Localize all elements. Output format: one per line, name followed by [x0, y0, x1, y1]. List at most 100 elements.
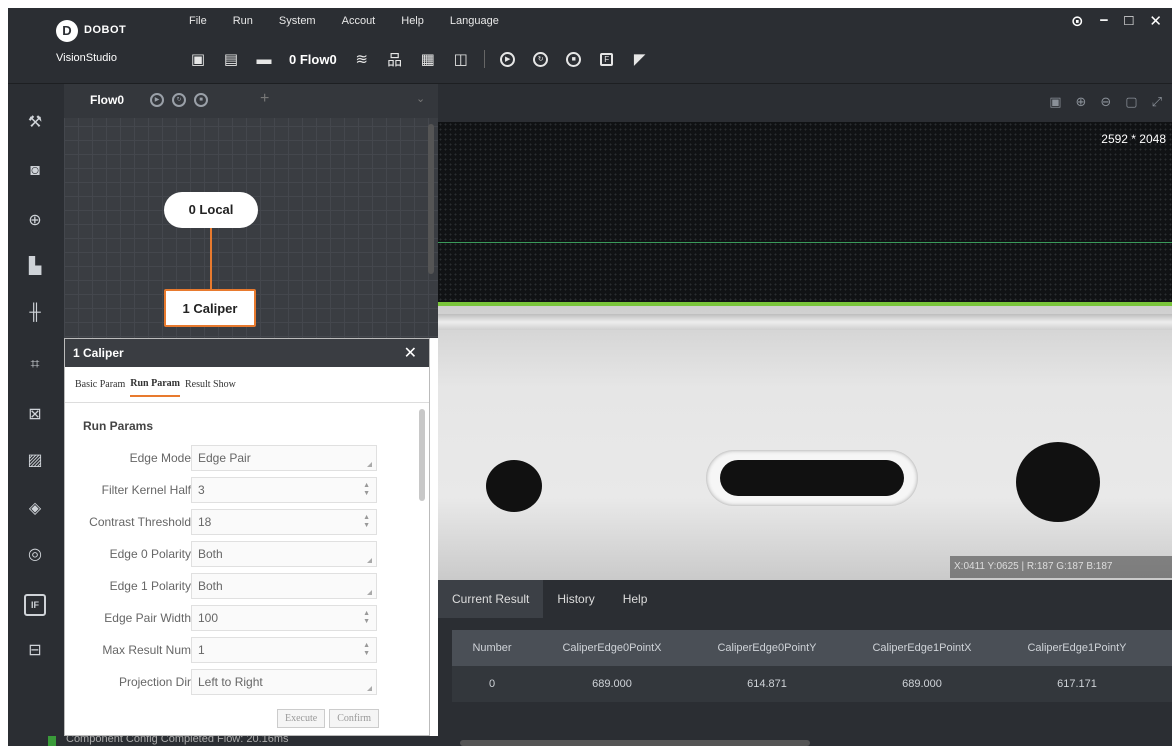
- dropdown-corner-icon: [367, 590, 372, 595]
- flow-stop-icon[interactable]: ■: [194, 93, 208, 107]
- menu-run[interactable]: Run: [220, 8, 266, 36]
- measure-icon[interactable]: ▙: [24, 256, 46, 278]
- tab-help[interactable]: Help: [609, 580, 662, 618]
- tab-run-param[interactable]: Run Param: [130, 372, 180, 397]
- param-label: Max Result Num: [102, 643, 191, 657]
- menu-language[interactable]: Language: [437, 8, 512, 36]
- logic-if-icon[interactable]: IF: [24, 594, 46, 616]
- app-logo: D DOBOT VisionStudio: [56, 20, 156, 72]
- param-row: Projection Dir Left to Right: [65, 669, 417, 695]
- caliper-tool-icon[interactable]: ╫: [24, 302, 46, 324]
- menu-account[interactable]: Accout: [329, 8, 389, 36]
- small-hole: [486, 460, 542, 512]
- maximize-icon[interactable]: □: [1124, 12, 1133, 30]
- menu-file[interactable]: File: [176, 8, 220, 36]
- contrast-threshold-spinbox[interactable]: 18 ▲ ▼: [191, 509, 377, 535]
- close-icon[interactable]: ✕: [1149, 12, 1162, 30]
- param-row: Edge 0 Polarity Both: [65, 541, 417, 567]
- spin-arrows-icon[interactable]: ▲ ▼: [363, 514, 370, 530]
- param-value: Both: [198, 579, 223, 593]
- dialog-title: 1 Caliper: [73, 346, 124, 360]
- layers-icon[interactable]: ≋: [352, 49, 372, 69]
- execute-button[interactable]: Execute: [277, 709, 326, 728]
- recognition-icon[interactable]: ⌗: [24, 354, 46, 376]
- zoom-out-icon[interactable]: ⊖: [1100, 94, 1111, 110]
- info-icon[interactable]: ⊙: [1071, 12, 1084, 30]
- run-loop-icon[interactable]: ↻: [531, 49, 551, 69]
- tab-flow0[interactable]: Flow0: [90, 93, 124, 107]
- image-mode-icon[interactable]: ▣: [1049, 94, 1061, 110]
- image-process-icon[interactable]: ▨: [24, 450, 46, 472]
- spin-arrows-icon[interactable]: ▲ ▼: [363, 482, 370, 498]
- camera-icon[interactable]: ◙: [24, 160, 46, 182]
- flow-scrollbar[interactable]: [428, 124, 434, 274]
- minimize-icon[interactable]: −: [1100, 12, 1109, 30]
- actual-size-icon[interactable]: ▢: [1125, 94, 1137, 110]
- variable-icon[interactable]: ▦: [418, 49, 438, 69]
- section-title: Run Params: [83, 419, 154, 433]
- caliper-search-line: [438, 242, 1172, 243]
- open-folder-icon[interactable]: ▬: [254, 49, 274, 69]
- tab-result-show[interactable]: Result Show: [185, 373, 236, 396]
- tab-basic-param[interactable]: Basic Param: [75, 373, 125, 396]
- fit-window-icon[interactable]: ⤢: [1152, 94, 1162, 110]
- color-fill-icon[interactable]: ◈: [24, 498, 46, 520]
- menu-system[interactable]: System: [266, 8, 329, 36]
- dialog-scrollbar[interactable]: [419, 409, 425, 501]
- metal-plate: [438, 306, 1172, 580]
- image-canvas[interactable]: 2592 * 2048 X:0411 Y:0625 | R:187 G:187 …: [438, 122, 1172, 580]
- new-solution-icon[interactable]: ▣: [188, 49, 208, 69]
- close-icon[interactable]: ✕: [404, 343, 417, 363]
- flow-run-icon[interactable]: ▶: [150, 93, 164, 107]
- filter-kernel-spinbox[interactable]: 3 ▲ ▼: [191, 477, 377, 503]
- save-icon[interactable]: ▤: [221, 49, 241, 69]
- locate-icon[interactable]: ⊕: [24, 210, 46, 232]
- zoom-in-icon[interactable]: ⊕: [1075, 94, 1086, 110]
- dropdown-corner-icon: [367, 686, 372, 691]
- edge0-polarity-dropdown[interactable]: Both: [191, 541, 377, 567]
- flow-loop-icon[interactable]: ↻: [172, 93, 186, 107]
- calibration-icon[interactable]: ⊠: [24, 404, 46, 426]
- slot-hole: [720, 460, 904, 496]
- spin-arrows-icon[interactable]: ▲ ▼: [363, 610, 370, 626]
- param-value: Both: [198, 547, 223, 561]
- results-panel: Current Result History Help Number Calip…: [438, 580, 1172, 746]
- flow-node-caliper[interactable]: 1 Caliper: [164, 289, 256, 327]
- param-row: Edge 1 Polarity Both: [65, 573, 417, 599]
- dropdown-corner-icon: [367, 558, 372, 563]
- window-controls: ⊙ − □ ✕: [1071, 12, 1162, 30]
- tab-history[interactable]: History: [543, 580, 608, 618]
- menu-help[interactable]: Help: [388, 8, 437, 36]
- results-scrollbar[interactable]: [460, 740, 810, 746]
- max-result-num-spinbox[interactable]: 1 ▲ ▼: [191, 637, 377, 663]
- param-label: Edge 0 Polarity: [109, 547, 191, 561]
- run-once-icon[interactable]: ▶: [498, 49, 518, 69]
- projection-dir-dropdown[interactable]: Left to Right: [191, 669, 377, 695]
- formula-icon[interactable]: F: [597, 49, 617, 69]
- dialog-buttons: Execute Confirm: [277, 709, 380, 728]
- edge-mode-dropdown[interactable]: Edge Pair: [191, 445, 377, 471]
- flow-connector: [210, 228, 212, 289]
- param-label: Edge 1 Polarity: [109, 579, 191, 593]
- result-tabs: Current Result History Help: [438, 580, 661, 618]
- tools-icon[interactable]: ⚒: [24, 112, 46, 134]
- chevron-down-icon[interactable]: ⌄: [416, 92, 425, 105]
- flow-selector[interactable]: 0 Flow0: [287, 52, 339, 67]
- column-header: CaliperEdge0PointY: [717, 642, 817, 654]
- stop-icon[interactable]: ■: [564, 49, 584, 69]
- edge1-polarity-dropdown[interactable]: Both: [191, 573, 377, 599]
- robot-arm-icon[interactable]: ◤: [630, 49, 650, 69]
- communication-icon[interactable]: ⊟: [24, 640, 46, 662]
- module-icon[interactable]: ◫: [451, 49, 471, 69]
- edge-pair-width-spinbox[interactable]: 100 ▲ ▼: [191, 605, 377, 631]
- defect-icon[interactable]: ◎: [24, 544, 46, 566]
- confirm-button[interactable]: Confirm: [329, 709, 380, 728]
- tab-current-result[interactable]: Current Result: [438, 580, 544, 618]
- flow-node-local[interactable]: 0 Local: [164, 192, 258, 228]
- dialog-tabs: Basic Param Run Param Result Show: [65, 367, 429, 403]
- table-row[interactable]: 0 689.000 614.871 689.000 617.171: [452, 666, 1172, 702]
- add-flow-icon[interactable]: +: [260, 90, 269, 108]
- network-icon[interactable]: 品: [385, 49, 405, 69]
- table-cell: 689.000: [592, 678, 632, 690]
- spin-arrows-icon[interactable]: ▲ ▼: [363, 642, 370, 658]
